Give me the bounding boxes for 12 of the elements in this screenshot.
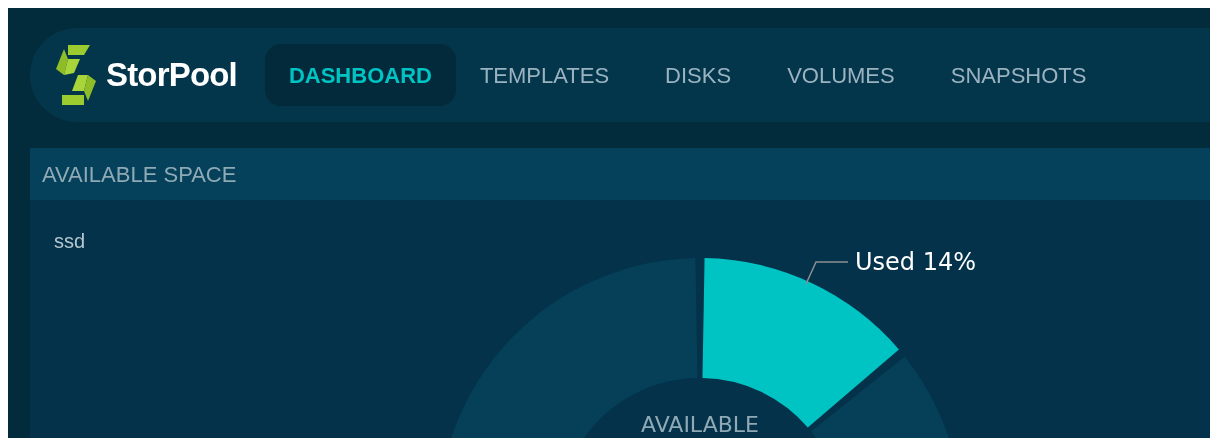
nav-tab[interactable]: VOLUMES [763,44,919,106]
leader-line [805,261,849,285]
pool-name: ssd [54,229,86,254]
nav-tab[interactable]: TEMPLATES [455,44,634,106]
logo-icon [54,43,98,107]
nav-tab[interactable]: DASHBOARD [264,44,456,106]
center-label: AVAILABLE [641,412,759,437]
nav-tab[interactable]: DISKS [641,44,756,106]
slice-label: Used 14% [855,248,977,276]
panel-title: AVAILABLE SPACE [42,160,237,189]
nav-tab[interactable]: SNAPSHOTS [926,44,1111,106]
brand-name: StorPool [106,55,237,96]
